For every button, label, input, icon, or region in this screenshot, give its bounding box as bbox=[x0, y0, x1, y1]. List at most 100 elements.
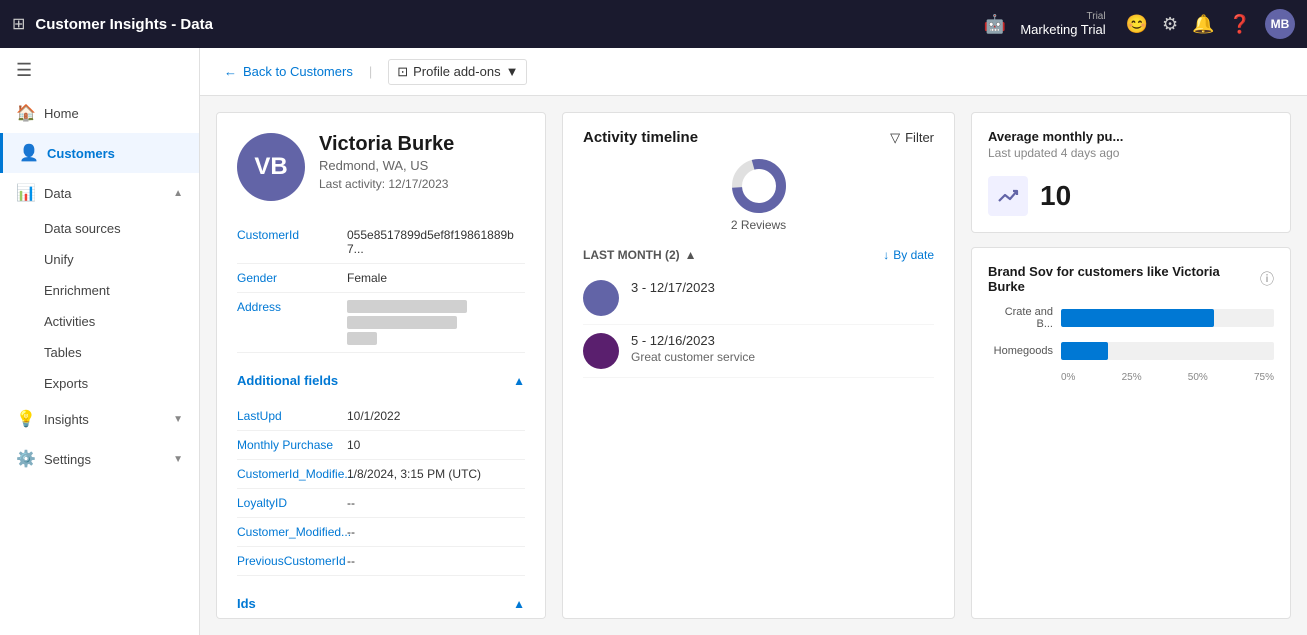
additional-fields-title: Additional fields bbox=[237, 373, 338, 388]
sidebar: ☰ 🏠 Home 👤 Customers 📊 Data ▲ Data sourc… bbox=[0, 48, 200, 635]
timeline-item-0: 3 - 12/17/2023 bbox=[583, 272, 934, 325]
field-value-lastupd: 10/1/2022 bbox=[347, 409, 400, 423]
field-row-customerid-modified: CustomerId_Modifie... 1/8/2024, 3:15 PM … bbox=[237, 460, 525, 489]
activity-header: Activity timeline ▽ Filter bbox=[583, 129, 934, 146]
filter-icon: ▽ bbox=[890, 130, 900, 146]
sidebar-item-home[interactable]: 🏠 Home bbox=[0, 93, 199, 133]
sidebar-item-tables[interactable]: Tables bbox=[44, 337, 199, 368]
additional-fields-header: Additional fields ▲ bbox=[237, 361, 525, 394]
field-value-monthly-purchase: 10 bbox=[347, 438, 360, 452]
customer-name: Victoria Burke bbox=[319, 133, 454, 156]
sidebar-item-data-sources[interactable]: Data sources bbox=[44, 213, 199, 244]
review-wrapper: 2 Reviews bbox=[731, 158, 787, 232]
field-label-lastupd: LastUpd bbox=[237, 409, 337, 423]
field-label-monthly-purchase: Monthly Purchase bbox=[237, 438, 337, 452]
bar-label-0: Crate and B... bbox=[988, 306, 1053, 330]
metric-value-row: 10 bbox=[988, 176, 1274, 216]
review-label: 2 Reviews bbox=[731, 218, 786, 232]
sidebar-label-settings: Settings bbox=[44, 452, 163, 467]
topbar-right: 🤖 Trial Marketing Trial 😊 ⚙ 🔔 ❓ MB bbox=[984, 9, 1295, 39]
field-row-gender: Gender Female bbox=[237, 264, 525, 293]
field-label-customerid-modified: CustomerId_Modifie... bbox=[237, 467, 337, 481]
bar-row-0: Crate and B... bbox=[988, 306, 1274, 330]
field-row-customer-modified: Customer_Modified... -- bbox=[237, 518, 525, 547]
sort-icon: ↓ bbox=[883, 248, 889, 262]
data-chevron-icon: ▲ bbox=[173, 188, 183, 199]
brand-title: Brand Sov for customers like Victoria Bu… bbox=[988, 264, 1260, 294]
profile-addons-button[interactable]: ⊡ Profile add-ons ▼ bbox=[388, 59, 527, 85]
field-value-gender: Female bbox=[347, 271, 387, 285]
sidebar-item-insights[interactable]: 💡 Insights ▼ bbox=[0, 399, 199, 439]
user-avatar[interactable]: MB bbox=[1265, 9, 1295, 39]
bell-icon[interactable]: 🔔 bbox=[1192, 14, 1214, 35]
profile-addons-box-icon: ⊡ bbox=[397, 64, 408, 80]
customer-fields: CustomerId 055e8517899d5ef8f19861889b7..… bbox=[237, 221, 525, 353]
back-label: Back to Customers bbox=[243, 64, 353, 79]
ids-chevron-icon[interactable]: ▲ bbox=[513, 597, 525, 611]
insights-icon: 💡 bbox=[16, 409, 34, 429]
customer-header: VB Victoria Burke Redmond, WA, US Last a… bbox=[237, 133, 525, 201]
activity-title: Activity timeline bbox=[583, 129, 698, 146]
field-label-previous-customerid: PreviousCustomerId bbox=[237, 554, 337, 568]
bar-axis: 0% 25% 50% 75% bbox=[988, 372, 1274, 383]
sidebar-label-insights: Insights bbox=[44, 412, 163, 427]
filter-button[interactable]: ▽ Filter bbox=[890, 130, 934, 146]
topbar: ⊞ Customer Insights - Data 🤖 Trial Marke… bbox=[0, 0, 1307, 48]
bar-fill-1 bbox=[1061, 342, 1108, 360]
sidebar-label-customers: Customers bbox=[47, 146, 183, 161]
help-icon[interactable]: ❓ bbox=[1229, 14, 1251, 35]
back-to-customers-button[interactable]: ← Back to Customers bbox=[224, 64, 353, 79]
sidebar-item-settings[interactable]: ⚙️ Settings ▼ bbox=[0, 439, 199, 479]
app-title: Customer Insights - Data bbox=[35, 16, 984, 33]
metric-number: 10 bbox=[1040, 180, 1071, 212]
grid-icon[interactable]: ⊞ bbox=[12, 14, 25, 34]
profile-addons-label: Profile add-ons bbox=[413, 64, 500, 79]
insights-chevron-icon: ▼ bbox=[173, 414, 183, 425]
sidebar-item-exports[interactable]: Exports bbox=[44, 368, 199, 399]
sidebar-label-data: Data bbox=[44, 186, 163, 201]
timeline-dot-1 bbox=[583, 333, 619, 369]
metric-title: Average monthly pu... bbox=[988, 129, 1274, 144]
sidebar-item-data[interactable]: 📊 Data ▲ bbox=[0, 173, 199, 213]
sidebar-item-activities[interactable]: Activities bbox=[44, 306, 199, 337]
bar-label-1: Homegoods bbox=[988, 345, 1053, 357]
timeline-info-1: 5 - 12/16/2023 Great customer service bbox=[631, 333, 934, 364]
by-date-button[interactable]: ↓ By date bbox=[883, 248, 934, 262]
sidebar-item-enrichment[interactable]: Enrichment bbox=[44, 275, 199, 306]
timeline-month-header: LAST MONTH (2) ▲ ↓ By date bbox=[583, 248, 934, 262]
main-layout: ☰ 🏠 Home 👤 Customers 📊 Data ▲ Data sourc… bbox=[0, 48, 1307, 635]
field-label-customerid: CustomerId bbox=[237, 228, 337, 256]
timeline-item-1: 5 - 12/16/2023 Great customer service bbox=[583, 325, 934, 378]
field-value-customerid: 055e8517899d5ef8f19861889b7... bbox=[347, 228, 525, 256]
field-value-loyaltyid: -- bbox=[347, 496, 355, 510]
sidebar-item-unify[interactable]: Unify bbox=[44, 244, 199, 275]
field-row-customerid: CustomerId 055e8517899d5ef8f19861889b7..… bbox=[237, 221, 525, 264]
timeline-section: LAST MONTH (2) ▲ ↓ By date 3 - 12/17/202… bbox=[583, 248, 934, 378]
gear-icon[interactable]: ⚙ bbox=[1162, 14, 1178, 35]
right-panel: Average monthly pu... Last updated 4 day… bbox=[971, 112, 1291, 619]
sidebar-item-customers[interactable]: 👤 Customers bbox=[0, 133, 199, 173]
bar-chart: Crate and B... Homegoods 0 bbox=[988, 306, 1274, 383]
trial-info: Trial Marketing Trial bbox=[1020, 11, 1105, 37]
field-row-monthly-purchase: Monthly Purchase 10 bbox=[237, 431, 525, 460]
back-arrow-icon: ← bbox=[224, 64, 237, 79]
customer-location: Redmond, WA, US bbox=[319, 158, 454, 173]
month-chevron-icon[interactable]: ▲ bbox=[685, 248, 697, 262]
month-label: LAST MONTH (2) ▲ bbox=[583, 248, 697, 262]
brand-title-row: Brand Sov for customers like Victoria Bu… bbox=[988, 264, 1274, 294]
additional-fields-chevron-icon[interactable]: ▲ bbox=[513, 374, 525, 388]
emoji-icon[interactable]: 😊 bbox=[1126, 14, 1148, 35]
bot-icon[interactable]: 🤖 bbox=[984, 14, 1006, 35]
info-icon[interactable]: ⓘ bbox=[1260, 269, 1274, 289]
bar-axis-2: 50% bbox=[1188, 372, 1208, 383]
bar-container-1 bbox=[1061, 342, 1274, 360]
field-label-address: Address bbox=[237, 300, 337, 345]
hamburger-icon[interactable]: ☰ bbox=[0, 48, 199, 93]
filter-label: Filter bbox=[905, 130, 934, 145]
field-label-loyaltyid: LoyaltyID bbox=[237, 496, 337, 510]
home-icon: 🏠 bbox=[16, 103, 34, 123]
breadcrumb-separator: | bbox=[369, 64, 372, 79]
bar-axis-1: 25% bbox=[1122, 372, 1142, 383]
additional-fields-content: LastUpd 10/1/2022 Monthly Purchase 10 Cu… bbox=[237, 402, 525, 576]
timeline-info-0: 3 - 12/17/2023 bbox=[631, 280, 934, 295]
